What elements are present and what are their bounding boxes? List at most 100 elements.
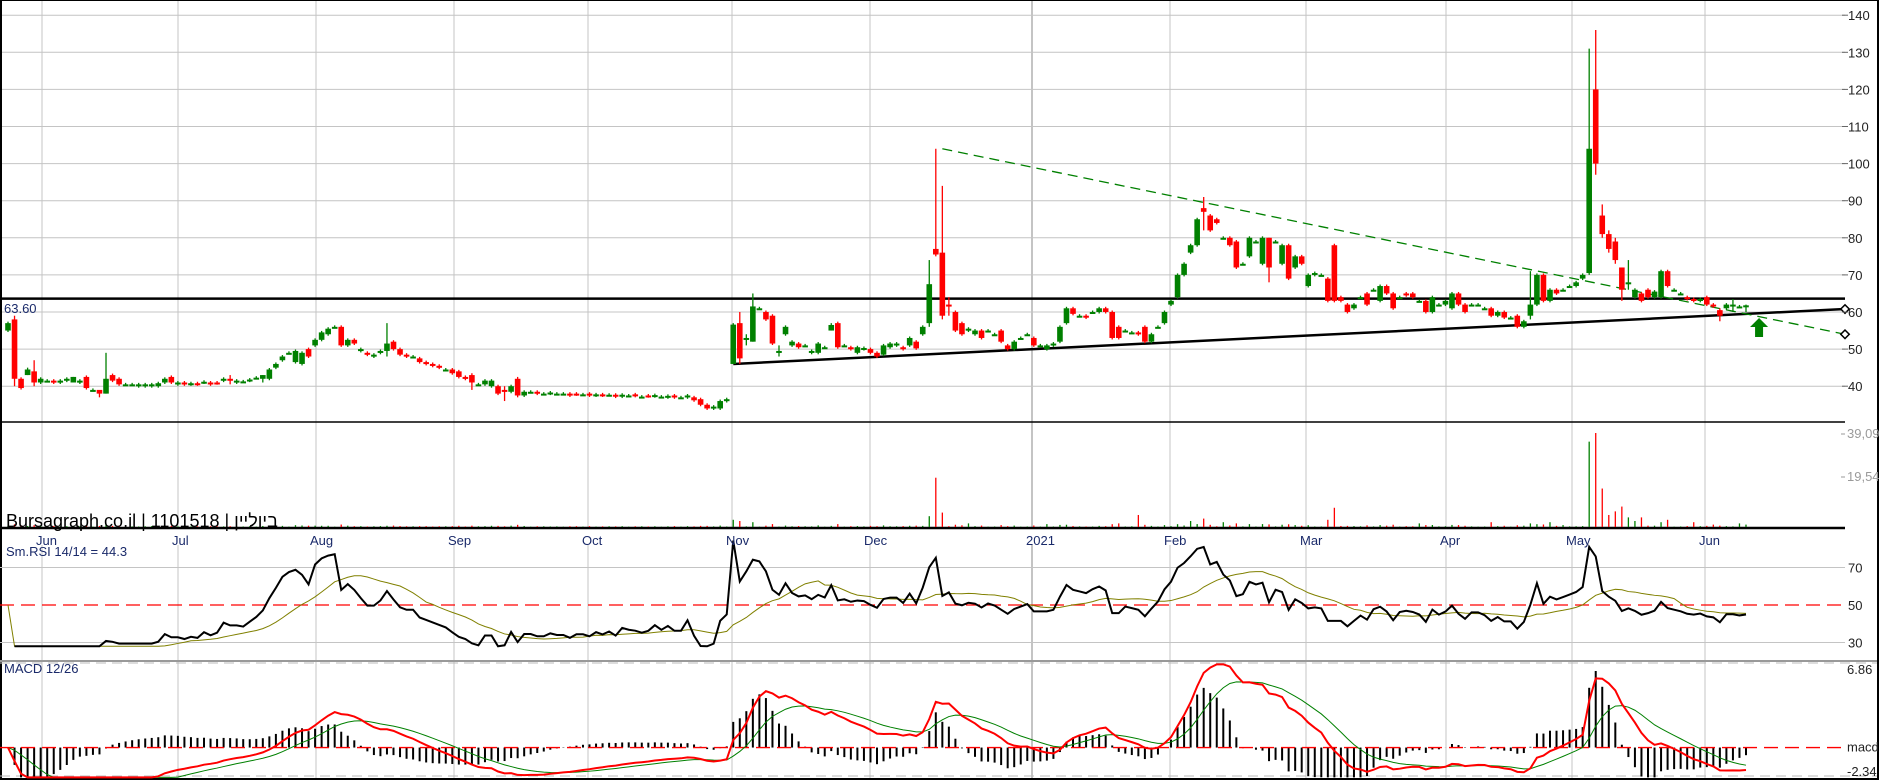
candle-body [998, 330, 1004, 342]
candle [1423, 299, 1429, 314]
candle-body [750, 306, 756, 342]
candle-body [1684, 297, 1690, 300]
candle [1181, 262, 1187, 277]
candle-body [1638, 293, 1645, 301]
candle-body [821, 347, 828, 350]
candle-body [1527, 304, 1534, 316]
candle [723, 397, 730, 403]
candle-body [70, 376, 77, 383]
candle [1057, 325, 1063, 344]
candle [148, 382, 155, 388]
candle [1115, 325, 1122, 340]
candle [880, 343, 887, 357]
macd-tick-label: -2.34 [1847, 764, 1877, 779]
candle-body [978, 330, 985, 338]
candle-body [1429, 297, 1436, 312]
candle [1664, 269, 1671, 288]
candle [331, 325, 338, 329]
last-price-label: 63.60 [4, 301, 37, 316]
candle-body [638, 396, 645, 399]
candle [384, 323, 390, 357]
candle-body [501, 389, 508, 392]
candle-body [893, 343, 900, 346]
candle [24, 367, 31, 376]
candle [900, 345, 906, 351]
candle-body [233, 380, 240, 383]
candle [37, 377, 44, 384]
candle [201, 380, 207, 384]
candle [1645, 288, 1651, 299]
candle [207, 381, 214, 386]
candle [978, 329, 985, 340]
candle-body [678, 397, 684, 400]
candle [1187, 243, 1194, 255]
candle-body [1351, 304, 1357, 309]
candle-body [1710, 304, 1717, 307]
candle-body [1743, 305, 1749, 308]
candle-body [632, 394, 639, 397]
candle-body [1507, 317, 1514, 320]
candle-body [1697, 299, 1704, 302]
candle [1605, 230, 1612, 253]
candle [1599, 204, 1606, 238]
candle [1351, 303, 1357, 310]
candle-body [652, 395, 658, 398]
volume-panel [7, 433, 1845, 527]
candle-body [763, 312, 769, 320]
candle [919, 325, 926, 336]
candle [240, 379, 247, 384]
candle-body [1494, 312, 1501, 316]
month-label: Feb [1164, 533, 1186, 548]
candle [96, 389, 103, 398]
candle-body [913, 341, 920, 349]
candle-body [181, 382, 188, 385]
candle [540, 392, 547, 396]
candle [665, 394, 671, 399]
candle-body [1070, 308, 1076, 314]
candle-body [96, 389, 103, 394]
candle-body [521, 391, 527, 396]
candle-body [279, 356, 286, 361]
candle [279, 355, 286, 362]
candle [1063, 306, 1070, 325]
candle [887, 342, 893, 349]
macd-tick-label: 6.86 [1847, 662, 1872, 677]
candle-body [952, 312, 959, 331]
candle-body [1534, 274, 1540, 305]
candle-body [1475, 304, 1481, 307]
candle-body [1050, 343, 1057, 346]
candle-body [227, 378, 233, 381]
candle-body [880, 345, 887, 355]
candle-body [109, 375, 116, 381]
candle-body [201, 381, 207, 384]
candle [789, 340, 795, 347]
candle-body [1044, 345, 1050, 350]
candle-body [142, 384, 149, 387]
candle-body [482, 380, 488, 385]
candle-body [1298, 256, 1305, 264]
candle [227, 375, 233, 385]
candle [926, 260, 933, 327]
candle [946, 297, 952, 316]
candle [403, 353, 410, 359]
candle [834, 321, 841, 349]
candle-body [416, 358, 423, 363]
macd-label: MACD 12/26 [4, 661, 78, 676]
candle [1736, 304, 1743, 309]
candle [162, 377, 168, 384]
candle-body [423, 362, 429, 365]
price-tick-label: 40 [1848, 379, 1862, 394]
candle-body [1057, 326, 1063, 342]
candle-body [756, 308, 763, 311]
candle-body [122, 384, 129, 387]
candle [756, 306, 763, 311]
candle-body [1083, 315, 1089, 318]
candle-body [606, 394, 612, 397]
candle [1481, 306, 1488, 311]
candle [906, 336, 913, 347]
candle-body [723, 399, 730, 402]
price-tick-label: 90 [1848, 194, 1862, 209]
candle-body [37, 378, 44, 383]
candle-body [684, 395, 691, 398]
candle-body [645, 395, 652, 398]
